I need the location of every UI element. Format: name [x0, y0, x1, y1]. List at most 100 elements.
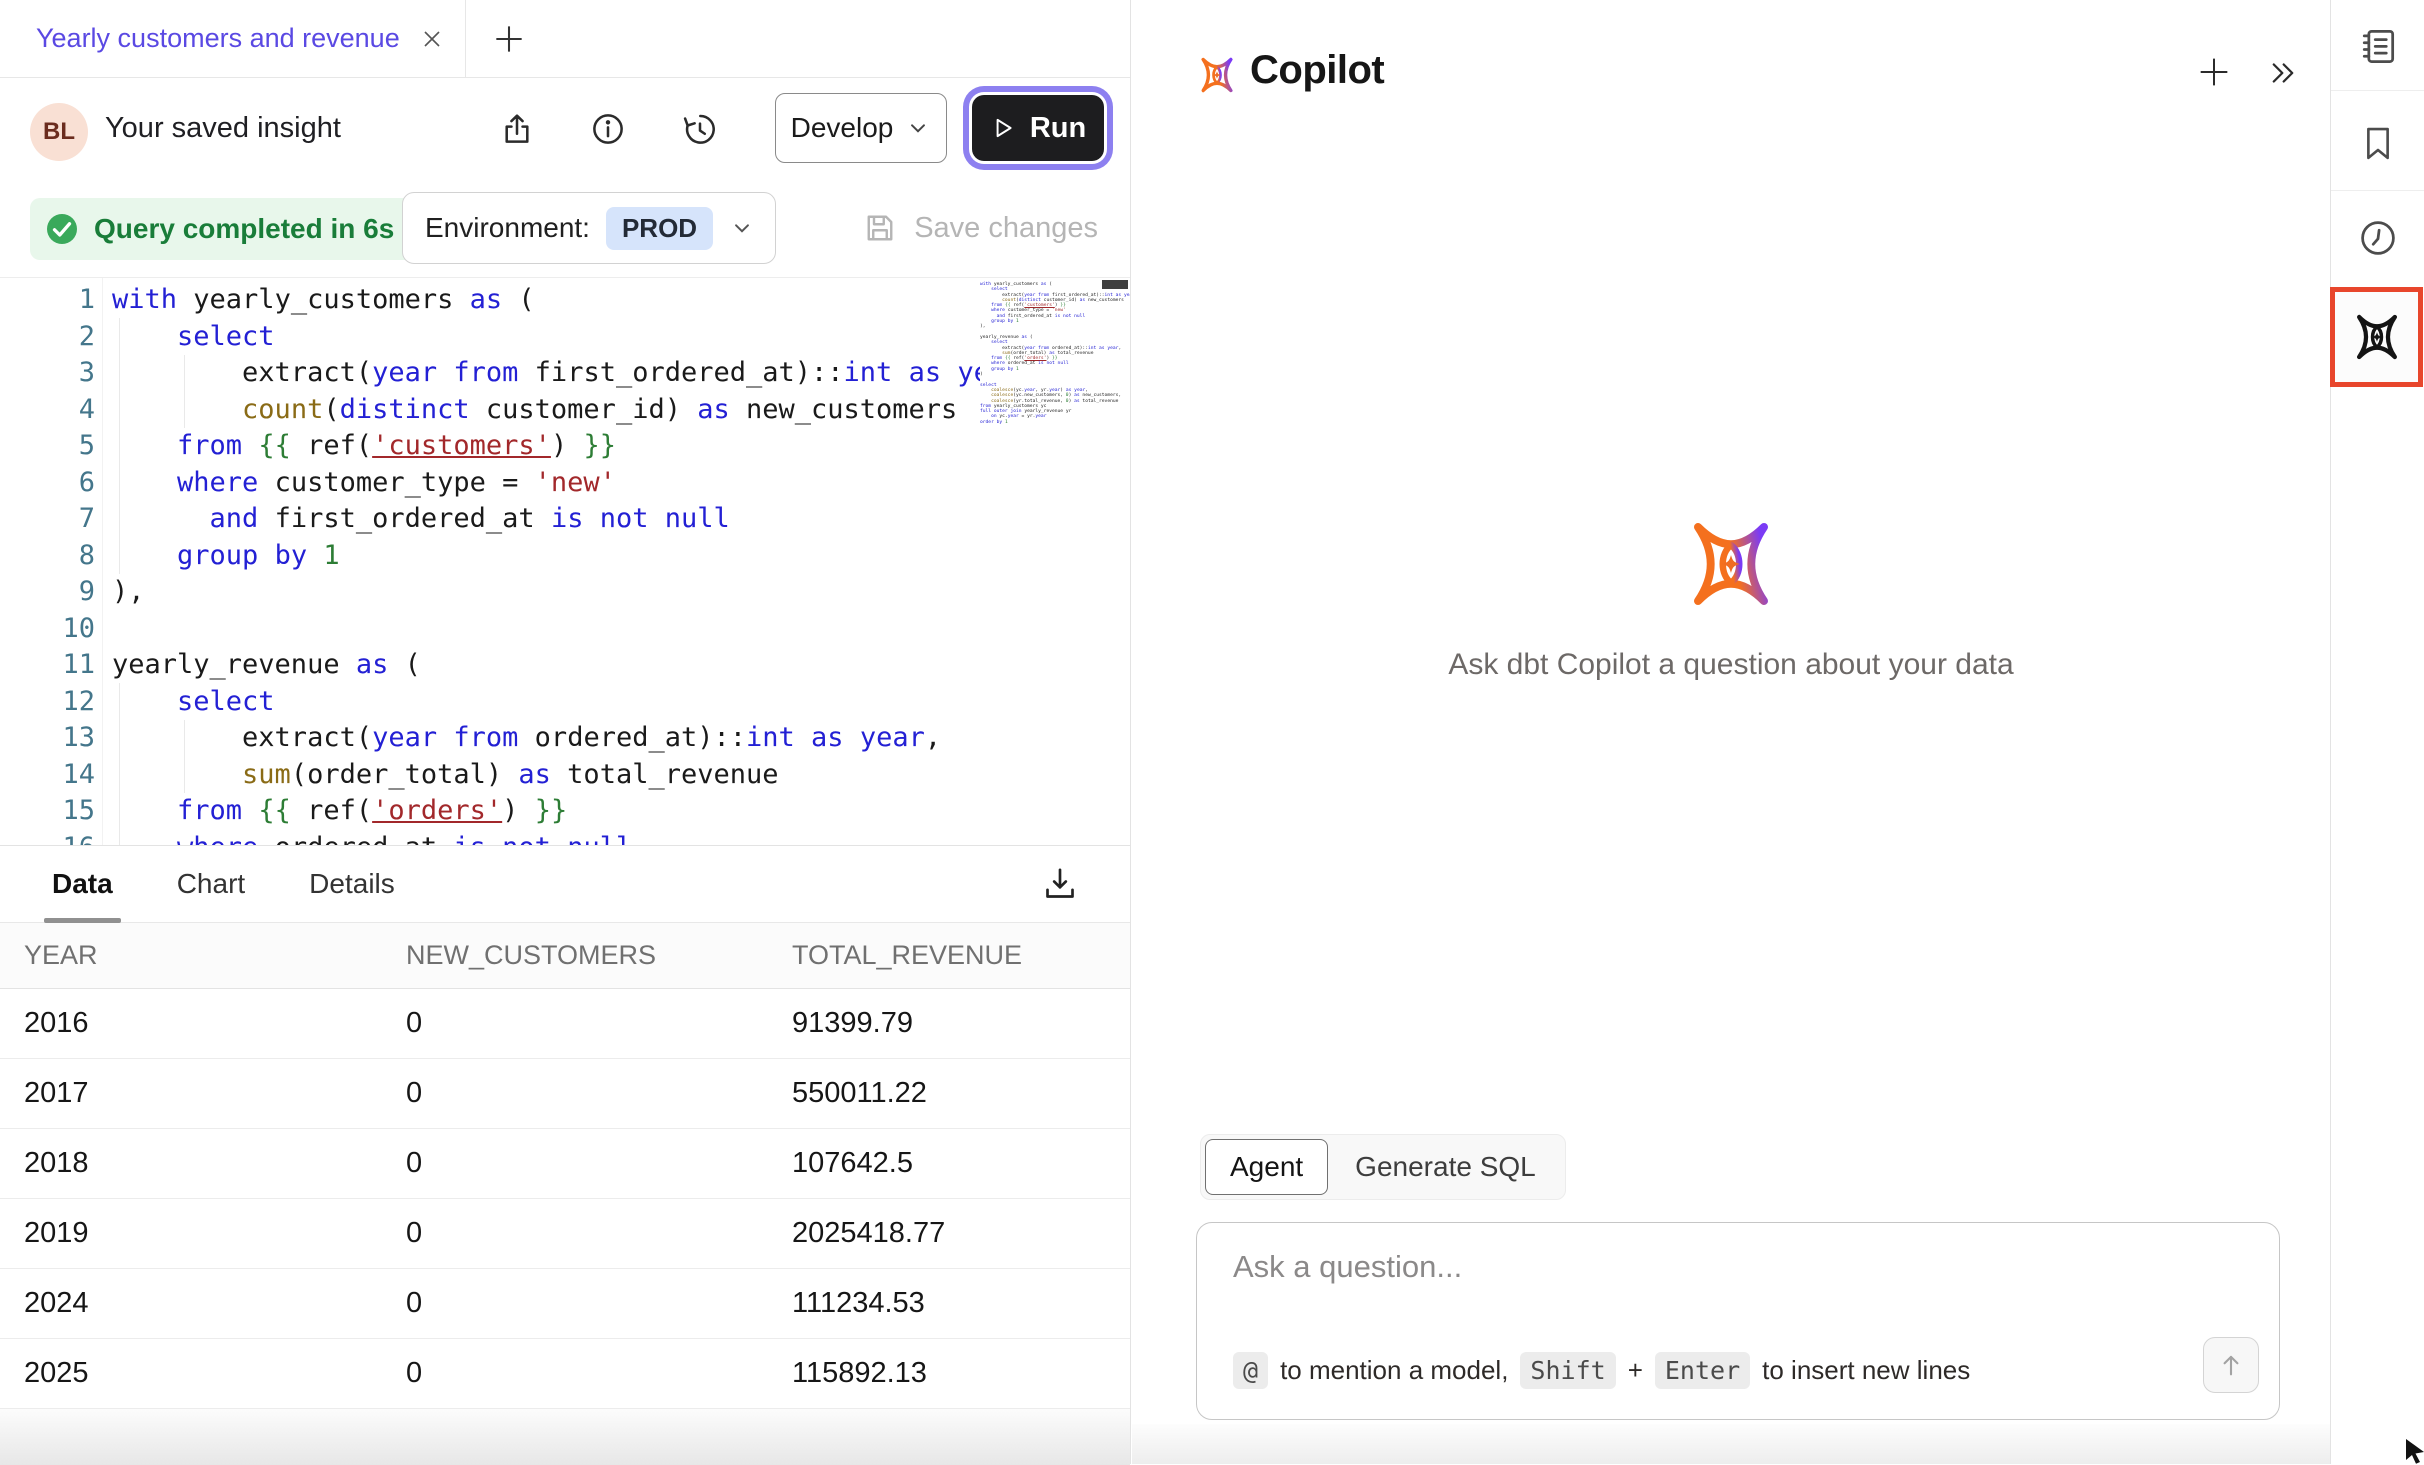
table-cell: 107642.5	[792, 1147, 1130, 1180]
table-cell: 115892.13	[792, 1357, 1130, 1390]
query-status-badge: Query completed in 6s	[30, 198, 422, 260]
code-line: extract(year from ordered_at)::int as ye…	[112, 720, 1039, 757]
line-number: 7	[0, 501, 95, 538]
insight-header: BL Your saved insight Develop Run	[0, 78, 1130, 178]
table-cell: 2018	[24, 1147, 406, 1180]
table-cell: 0	[406, 1217, 792, 1250]
develop-label: Develop	[791, 112, 894, 144]
share-icon[interactable]	[498, 110, 536, 148]
editor-scrollbar[interactable]	[1102, 280, 1128, 289]
table-cell: 111234.53	[792, 1287, 1130, 1320]
hint-mention-text: to mention a model,	[1280, 1355, 1508, 1386]
editor-minimap[interactable]: with yearly_customers as ( select extrac…	[980, 278, 1100, 845]
line-number: 14	[0, 757, 95, 794]
code-line: where customer_type = 'new'	[112, 465, 1039, 502]
line-number: 5	[0, 428, 95, 465]
line-number: 9	[0, 574, 95, 611]
dbt-insight-workspace: Yearly customers and revenue BL Your sav…	[0, 0, 2424, 1464]
save-icon	[862, 210, 898, 246]
tab-close-icon[interactable]	[418, 25, 446, 53]
bookmark-icon[interactable]	[2331, 122, 2424, 164]
history-icon[interactable]	[681, 110, 719, 148]
table-row[interactable]: 2016091399.79	[0, 989, 1130, 1059]
line-number: 6	[0, 465, 95, 502]
line-number: 2	[0, 319, 95, 356]
copilot-empty-text: Ask dbt Copilot a question about your da…	[1132, 648, 2330, 682]
code-line: ),	[112, 574, 1039, 611]
table-cell: 0	[406, 1007, 792, 1040]
gutter-separator	[102, 278, 103, 845]
arrow-up-icon	[2217, 1351, 2245, 1379]
line-numbers: 12345678910111213141516	[0, 282, 95, 845]
catalog-notebook-icon[interactable]	[2331, 24, 2424, 68]
results-tab-chart[interactable]: Chart	[169, 846, 253, 922]
table-row[interactable]: 201902025418.77	[0, 1199, 1130, 1269]
code-line: where ordered_at is not null	[112, 830, 1039, 846]
table-cell: 2025418.77	[792, 1217, 1130, 1250]
table-cell: 2016	[24, 1007, 406, 1040]
enter-key-chip: Enter	[1655, 1352, 1750, 1389]
tab-yearly-customers[interactable]: Yearly customers and revenue	[0, 0, 466, 77]
code-line: from {{ ref('customers') }}	[112, 428, 1039, 465]
sql-editor[interactable]: 12345678910111213141516 with yearly_cust…	[0, 277, 1130, 845]
new-chat-icon[interactable]	[2194, 52, 2234, 92]
copilot-question-input[interactable]: Ask a question... @ to mention a model, …	[1196, 1222, 2280, 1420]
run-label: Run	[1030, 112, 1086, 145]
download-icon[interactable]	[1040, 864, 1080, 904]
sql-code: with yearly_customers as ( select extrac…	[112, 282, 1039, 845]
table-cell: 91399.79	[792, 1007, 1130, 1040]
chevron-down-icon	[729, 215, 755, 241]
save-changes-button[interactable]: Save changes	[862, 200, 1098, 256]
send-question-button[interactable]	[2203, 1337, 2259, 1393]
copilot-tool-button-active[interactable]	[2330, 287, 2423, 387]
query-status-text: Query completed in 6s	[94, 213, 394, 245]
copilot-panel: Copilot Ask dbt Copilot a question about…	[1132, 0, 2330, 1464]
table-row[interactable]: 20240111234.53	[0, 1269, 1130, 1339]
code-line: sum(order_total) as total_revenue	[112, 757, 1039, 794]
mode-agent[interactable]: Agent	[1205, 1139, 1328, 1195]
line-number: 1	[0, 282, 95, 319]
table-row[interactable]: 20170550011.22	[0, 1059, 1130, 1129]
info-icon[interactable]	[589, 110, 627, 148]
table-cell: 0	[406, 1147, 792, 1180]
run-button[interactable]: Run	[972, 95, 1104, 161]
collapse-panel-icon[interactable]	[2266, 56, 2300, 90]
line-number: 16	[0, 830, 95, 846]
code-line: count(distinct customer_id) as new_custo…	[112, 392, 1039, 429]
table-row[interactable]: 20250115892.13	[0, 1339, 1130, 1409]
copilot-title: Copilot	[1250, 48, 1384, 93]
line-number: 10	[0, 611, 95, 648]
code-line: select	[112, 684, 1039, 721]
line-number: 3	[0, 355, 95, 392]
mode-generate-sql[interactable]: Generate SQL	[1330, 1139, 1561, 1195]
results-tab-data[interactable]: Data	[44, 846, 121, 922]
environment-select[interactable]: Environment: PROD	[402, 192, 776, 264]
table-cell: 0	[406, 1077, 792, 1110]
tab-title: Yearly customers and revenue	[36, 23, 400, 54]
environment-value-chip: PROD	[606, 207, 713, 250]
results-panel: DataChartDetails YEARNEW_CUSTOMERSTOTAL_…	[0, 845, 1130, 1464]
column-header: YEAR	[24, 940, 406, 971]
at-key-chip: @	[1233, 1352, 1268, 1389]
new-tab-button[interactable]	[490, 0, 528, 77]
develop-dropdown[interactable]: Develop	[775, 93, 947, 163]
table-row[interactable]: 20180107642.5	[0, 1129, 1130, 1199]
table-cell: 0	[406, 1357, 792, 1390]
insight-title: Your saved insight	[105, 78, 341, 178]
sidebar-divider	[2331, 190, 2424, 191]
history-clock-icon[interactable]	[2331, 216, 2424, 260]
line-number: 4	[0, 392, 95, 429]
code-line: and first_ordered_at is not null	[112, 501, 1039, 538]
results-tab-details[interactable]: Details	[301, 846, 403, 922]
line-number: 13	[0, 720, 95, 757]
table-cell: 2024	[24, 1287, 406, 1320]
tab-bar: Yearly customers and revenue	[0, 0, 1130, 78]
code-line: group by 1	[112, 538, 1039, 575]
line-number: 12	[0, 684, 95, 721]
shift-key-chip: Shift	[1520, 1352, 1615, 1389]
column-header: TOTAL_REVENUE	[792, 940, 1130, 971]
status-row: Query completed in 6s Environment: PROD …	[0, 178, 1130, 277]
check-circle-icon	[44, 211, 80, 247]
sidebar-divider	[2331, 90, 2424, 91]
code-line	[112, 611, 1039, 648]
